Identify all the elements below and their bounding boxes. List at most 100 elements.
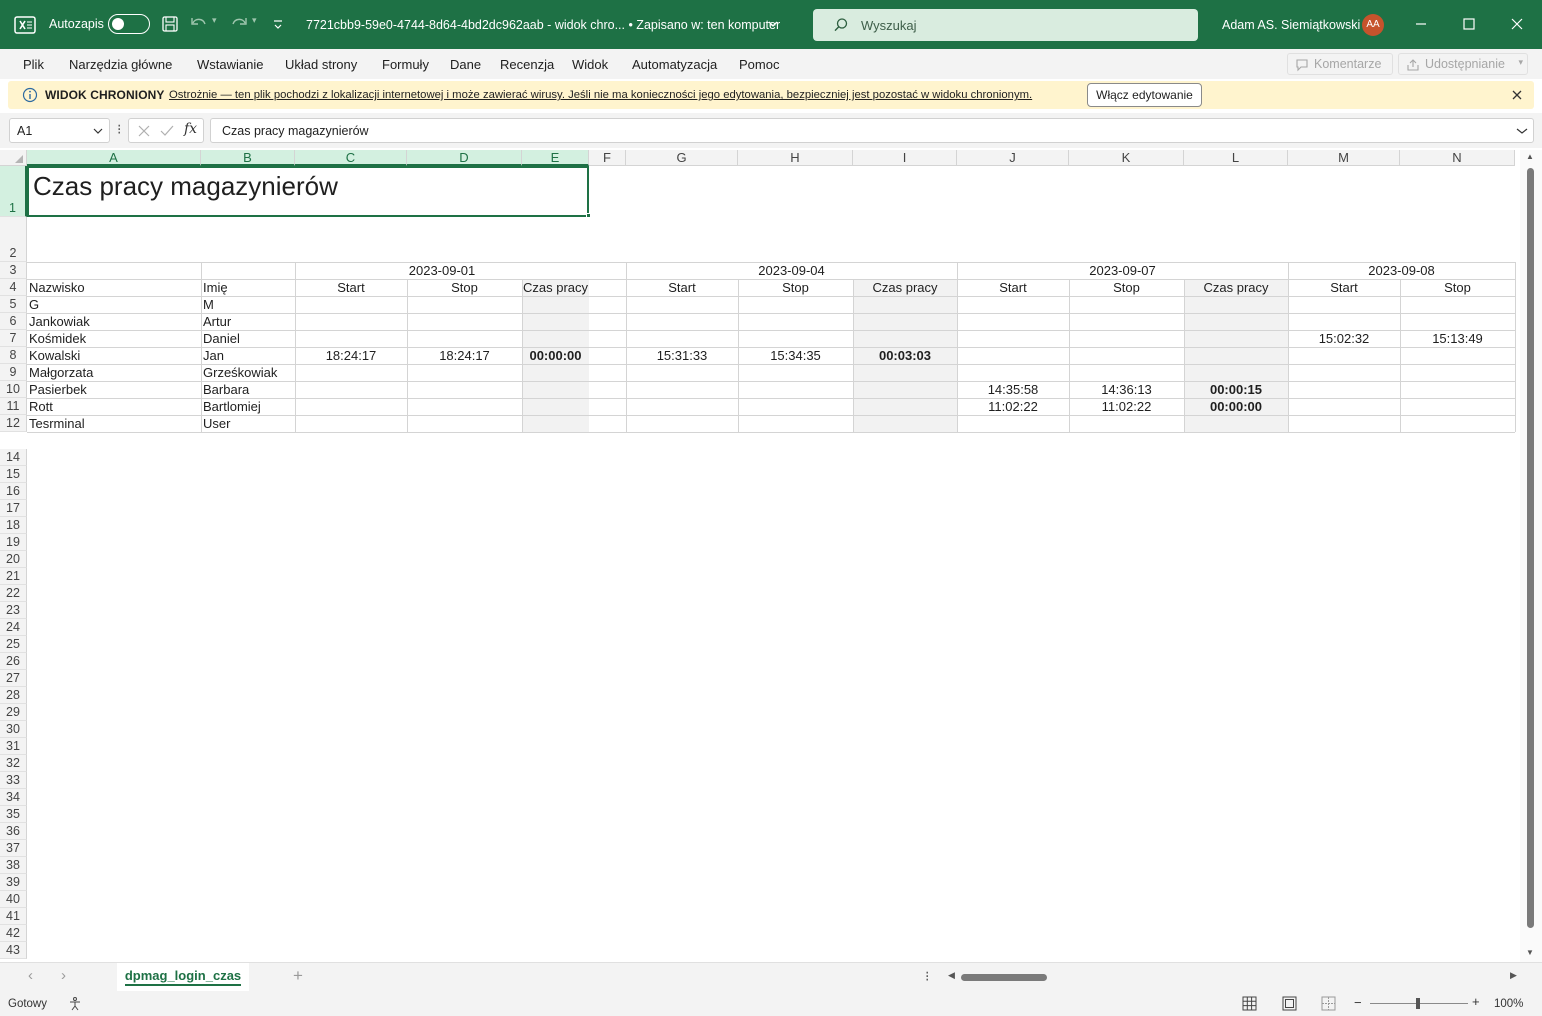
row-header-15[interactable]: 15 — [0, 466, 27, 483]
tab-automate[interactable]: Automatyzacja — [632, 57, 717, 72]
comments-button[interactable]: Komentarze — [1287, 53, 1393, 75]
row-header-3[interactable]: 3 — [0, 262, 27, 279]
next-sheet-icon[interactable]: › — [61, 967, 66, 984]
row-header-1[interactable]: 1 — [0, 166, 27, 217]
search-box[interactable]: Wyszukaj — [813, 9, 1198, 41]
surname-cell[interactable]: Pasierbek — [29, 381, 203, 398]
redo-dropdown-icon[interactable]: ▾ — [252, 15, 257, 26]
protected-view-message[interactable]: Ostrożnie — ten plik pochodzi z lokaliza… — [169, 89, 1032, 101]
surname-cell[interactable]: Tesrminal — [29, 415, 203, 432]
vertical-scroll-thumb[interactable] — [1527, 168, 1534, 928]
column-label-start[interactable]: Start — [1288, 279, 1400, 296]
row-header-12[interactable]: 12 — [0, 415, 27, 432]
tab-view[interactable]: Widok — [572, 57, 608, 72]
expand-formula-bar-icon[interactable] — [1516, 127, 1528, 135]
row-header-21[interactable]: 21 — [0, 568, 27, 585]
time-cell[interactable]: 00:00:15 — [1184, 381, 1288, 398]
time-cell[interactable]: 18:24:17 — [407, 347, 522, 364]
row-header-37[interactable]: 37 — [0, 840, 27, 857]
row-header-4[interactable]: 4 — [0, 279, 27, 296]
row-header-33[interactable]: 33 — [0, 772, 27, 789]
horizontal-scroll-thumb[interactable] — [961, 974, 1047, 981]
row-header-14[interactable]: 14 — [0, 449, 27, 466]
tab-formulas[interactable]: Formuły — [382, 57, 429, 72]
time-cell[interactable]: 11:02:22 — [957, 398, 1069, 415]
maximize-icon[interactable] — [1459, 14, 1479, 34]
column-header-b[interactable]: B — [201, 150, 295, 166]
time-cell[interactable]: 15:13:49 — [1400, 330, 1515, 347]
column-label-start[interactable]: Start — [626, 279, 738, 296]
zoom-slider-knob[interactable] — [1416, 998, 1420, 1009]
tab-help[interactable]: Pomoc — [739, 57, 779, 72]
column-label-start[interactable]: Start — [957, 279, 1069, 296]
undo-icon[interactable] — [189, 14, 209, 34]
surname-cell[interactable]: Rott — [29, 398, 203, 415]
column-header-e[interactable]: E — [522, 150, 589, 166]
column-header-h[interactable]: H — [738, 150, 853, 166]
normal-view-icon[interactable] — [1242, 996, 1257, 1011]
title-cell-a1[interactable]: Czas pracy magazynierów — [27, 166, 589, 217]
row-header-11[interactable]: 11 — [0, 398, 27, 415]
date-header[interactable]: 2023-09-04 — [626, 262, 957, 279]
cancel-icon[interactable] — [137, 124, 151, 138]
document-title[interactable]: 7721cbb9-59e0-4744-8d64-4bd2dc962aab - w… — [306, 18, 780, 32]
time-cell[interactable]: 14:36:13 — [1069, 381, 1184, 398]
undo-dropdown-icon[interactable]: ▾ — [212, 15, 217, 26]
page-break-view-icon[interactable] — [1321, 996, 1336, 1011]
enter-check-icon[interactable] — [160, 124, 174, 138]
horizontal-scrollbar[interactable]: ◀ ▶ — [945, 969, 1523, 985]
accessibility-icon[interactable] — [67, 996, 83, 1012]
row-header-42[interactable]: 42 — [0, 925, 27, 942]
user-name[interactable]: Adam AS. Siemiątkowski — [1222, 18, 1360, 32]
row-header-17[interactable]: 17 — [0, 500, 27, 517]
row-header-27[interactable]: 27 — [0, 670, 27, 687]
share-button[interactable]: Udostępnianie ▾ — [1398, 53, 1528, 75]
column-label-stop[interactable]: Stop — [1069, 279, 1184, 296]
name-box-chevron-icon[interactable] — [93, 127, 103, 135]
row-header-29[interactable]: 29 — [0, 704, 27, 721]
surname-cell[interactable]: G — [29, 296, 203, 313]
time-cell[interactable]: 15:02:32 — [1288, 330, 1400, 347]
time-cell[interactable]: 18:24:17 — [295, 347, 407, 364]
row-header-35[interactable]: 35 — [0, 806, 27, 823]
tab-home[interactable]: Narzędzia główne — [69, 57, 172, 72]
row-header-6[interactable]: 6 — [0, 313, 27, 330]
tab-data[interactable]: Dane — [450, 57, 481, 72]
column-label-stop[interactable]: Stop — [1400, 279, 1515, 296]
tab-review[interactable]: Recenzja — [500, 57, 554, 72]
row-header-28[interactable]: 28 — [0, 687, 27, 704]
row-header-43[interactable]: 43 — [0, 942, 27, 959]
row-header-18[interactable]: 18 — [0, 517, 27, 534]
column-header-d[interactable]: D — [407, 150, 522, 166]
row-header-24[interactable]: 24 — [0, 619, 27, 636]
tab-file[interactable]: Plik — [23, 57, 44, 72]
time-cell[interactable]: 00:00:00 — [522, 347, 589, 364]
row-header-36[interactable]: 36 — [0, 823, 27, 840]
row-header-20[interactable]: 20 — [0, 551, 27, 568]
row-header-16[interactable]: 16 — [0, 483, 27, 500]
name-cell[interactable]: M — [203, 296, 297, 313]
autosave-toggle[interactable] — [108, 14, 150, 34]
tab-insert[interactable]: Wstawianie — [197, 57, 263, 72]
row-header-34[interactable]: 34 — [0, 789, 27, 806]
row-header-23[interactable]: 23 — [0, 602, 27, 619]
surname-cell[interactable]: Kośmidek — [29, 330, 203, 347]
column-label-stop[interactable]: Stop — [738, 279, 853, 296]
name-cell[interactable]: User — [203, 415, 297, 432]
name-cell[interactable]: Artur — [203, 313, 297, 330]
close-icon[interactable] — [1507, 14, 1527, 34]
time-cell[interactable]: 00:00:00 — [1184, 398, 1288, 415]
minimize-icon[interactable] — [1411, 14, 1431, 34]
name-box[interactable]: A1 — [9, 118, 110, 143]
scroll-left-icon[interactable]: ◀ — [948, 970, 955, 981]
date-header[interactable]: 2023-09-07 — [957, 262, 1288, 279]
column-header-f[interactable]: F — [589, 150, 626, 166]
row-header-26[interactable]: 26 — [0, 653, 27, 670]
time-cell[interactable]: 11:02:22 — [1069, 398, 1184, 415]
column-label-name[interactable]: Imię — [203, 279, 297, 296]
row-header-32[interactable]: 32 — [0, 755, 27, 772]
surname-cell[interactable]: Kowalski — [29, 347, 203, 364]
avatar[interactable]: AA — [1362, 14, 1384, 36]
column-header-a[interactable]: A — [27, 150, 201, 166]
time-cell[interactable]: 15:34:35 — [738, 347, 853, 364]
